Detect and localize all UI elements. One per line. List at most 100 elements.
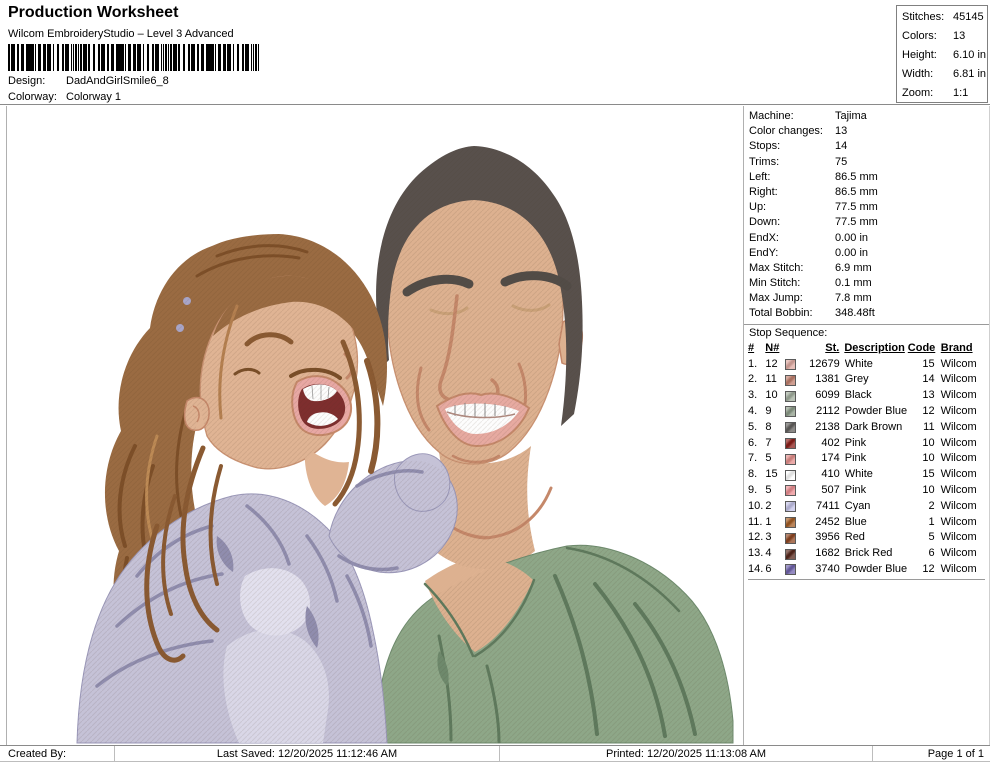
- embroidery-design-preview: [7, 106, 744, 744]
- thread-description: Black: [845, 388, 909, 404]
- stop-sequence-row: 6. 7 402 Pink 10 Wilcom: [748, 436, 985, 452]
- needle-number: 1: [765, 515, 784, 531]
- needle-number: 10: [765, 388, 784, 404]
- stop-number: 2.: [748, 372, 765, 388]
- machine-info-value: 0.00 in: [835, 247, 868, 259]
- thread-description: Red: [845, 530, 909, 546]
- page-number: Page 1 of 1: [873, 746, 990, 762]
- summary-value: 1:1: [953, 87, 968, 99]
- machine-info-label: Color changes:: [749, 124, 835, 139]
- machine-info-label: Min Stitch:: [749, 276, 835, 291]
- thread-code: 5: [909, 530, 935, 546]
- machine-info-label: Down:: [749, 215, 835, 230]
- summary-row: Colors:13: [902, 27, 987, 46]
- thread-brand: Wilcom: [941, 404, 985, 420]
- thread-brand: Wilcom: [941, 483, 985, 499]
- needle-number: 5: [765, 451, 784, 467]
- swatch-cell: [785, 517, 801, 528]
- col-header-num: #: [748, 341, 765, 357]
- colorway-name: Colorway 1: [66, 91, 121, 103]
- swatch-cell: [785, 359, 801, 370]
- thread-color-swatch: [785, 359, 796, 370]
- machine-info-value: 86.5 mm: [835, 171, 878, 183]
- stitch-count: 2112: [801, 404, 840, 420]
- machine-info-label: EndX:: [749, 231, 835, 246]
- machine-info-label: Total Bobbin:: [749, 306, 835, 321]
- summary-row: Height:6.10 in: [902, 46, 987, 65]
- thread-code: 10: [909, 483, 935, 499]
- thread-brand: Wilcom: [941, 546, 985, 562]
- stitch-count: 507: [801, 483, 840, 499]
- thread-code: 13: [909, 388, 935, 404]
- machine-info-value: 75: [835, 156, 847, 168]
- thread-color-swatch: [785, 470, 796, 481]
- thread-color-swatch: [785, 454, 796, 465]
- needle-number: 9: [765, 404, 784, 420]
- thread-brand: Wilcom: [941, 467, 985, 483]
- col-header-swatch: [785, 341, 801, 357]
- machine-info-row: Left:86.5 mm: [749, 170, 989, 185]
- stop-sequence-row: 4. 9 2112 Powder Blue 12 Wilcom: [748, 404, 985, 420]
- swatch-cell: [785, 485, 801, 496]
- thread-description: Pink: [845, 436, 909, 452]
- swatch-cell: [785, 564, 801, 575]
- footer: Created By: Last Saved: 12/20/2025 11:12…: [0, 745, 990, 762]
- thread-description: White: [845, 357, 909, 373]
- thread-description: Grey: [845, 372, 909, 388]
- col-header-needle: N#: [765, 341, 784, 357]
- thread-color-swatch: [785, 406, 796, 417]
- summary-value: 6.81 in: [953, 68, 986, 80]
- colorway-label: Colorway:: [8, 90, 66, 105]
- machine-info-label: Machine:: [749, 109, 835, 124]
- thread-description: White: [845, 467, 909, 483]
- machine-info-row: Right:86.5 mm: [749, 185, 989, 200]
- stitch-count: 402: [801, 436, 840, 452]
- thread-brand: Wilcom: [941, 515, 985, 531]
- stop-sequence-header: # N# St. Description Code Brand: [748, 341, 985, 357]
- swatch-cell: [785, 422, 801, 433]
- machine-info-label: Trims:: [749, 155, 835, 170]
- needle-number: 7: [765, 436, 784, 452]
- swatch-cell: [785, 501, 801, 512]
- machine-info-value: 7.8 mm: [835, 292, 872, 304]
- design-summary-box: Stitches:45145 Colors:13 Height:6.10 in …: [896, 5, 988, 103]
- needle-number: 2: [765, 499, 784, 515]
- printed: Printed: 12/20/2025 11:13:08 AM: [500, 746, 873, 762]
- machine-info-value: 77.5 mm: [835, 216, 878, 228]
- stop-number: 10.: [748, 499, 765, 515]
- swatch-cell: [785, 406, 801, 417]
- machine-info-value: 14: [835, 140, 847, 152]
- machine-info: Machine:Tajima Color changes:13 Stops:14…: [744, 106, 989, 322]
- machine-info-value: 6.9 mm: [835, 262, 872, 274]
- needle-number: 5: [765, 483, 784, 499]
- thread-brand: Wilcom: [941, 451, 985, 467]
- thread-brand: Wilcom: [941, 357, 985, 373]
- stitch-count: 12679: [801, 357, 840, 373]
- machine-info-row: Down:77.5 mm: [749, 215, 989, 230]
- stitch-count: 3956: [801, 530, 840, 546]
- stitch-count: 174: [801, 451, 840, 467]
- machine-info-label: Max Jump:: [749, 291, 835, 306]
- stop-number: 9.: [748, 483, 765, 499]
- stop-sequence-table: # N# St. Description Code Brand 1. 12 12…: [744, 341, 989, 580]
- thread-code: 12: [909, 562, 935, 578]
- stop-number: 7.: [748, 451, 765, 467]
- stop-number: 3.: [748, 388, 765, 404]
- thread-code: 14: [909, 372, 935, 388]
- stop-sequence-row: 8. 15 410 White 15 Wilcom: [748, 467, 985, 483]
- production-worksheet-page: Production Worksheet Wilcom EmbroiderySt…: [0, 0, 990, 762]
- stop-sequence-row: 2. 11 1381 Grey 14 Wilcom: [748, 372, 985, 388]
- thread-brand: Wilcom: [941, 530, 985, 546]
- thread-color-swatch: [785, 438, 796, 449]
- software-subtitle: Wilcom EmbroideryStudio – Level 3 Advanc…: [8, 28, 234, 40]
- machine-info-row: EndY:0.00 in: [749, 246, 989, 261]
- design-name: DadAndGirlSmile6_8: [66, 75, 169, 87]
- thread-description: Powder Blue: [845, 404, 909, 420]
- stop-number: 6.: [748, 436, 765, 452]
- design-label: Design:: [8, 74, 66, 89]
- thread-color-swatch: [785, 485, 796, 496]
- stitch-count: 6099: [801, 388, 840, 404]
- design-preview-area: [6, 106, 743, 745]
- stop-sequence-row: 3. 10 6099 Black 13 Wilcom: [748, 388, 985, 404]
- needle-number: 11: [765, 372, 784, 388]
